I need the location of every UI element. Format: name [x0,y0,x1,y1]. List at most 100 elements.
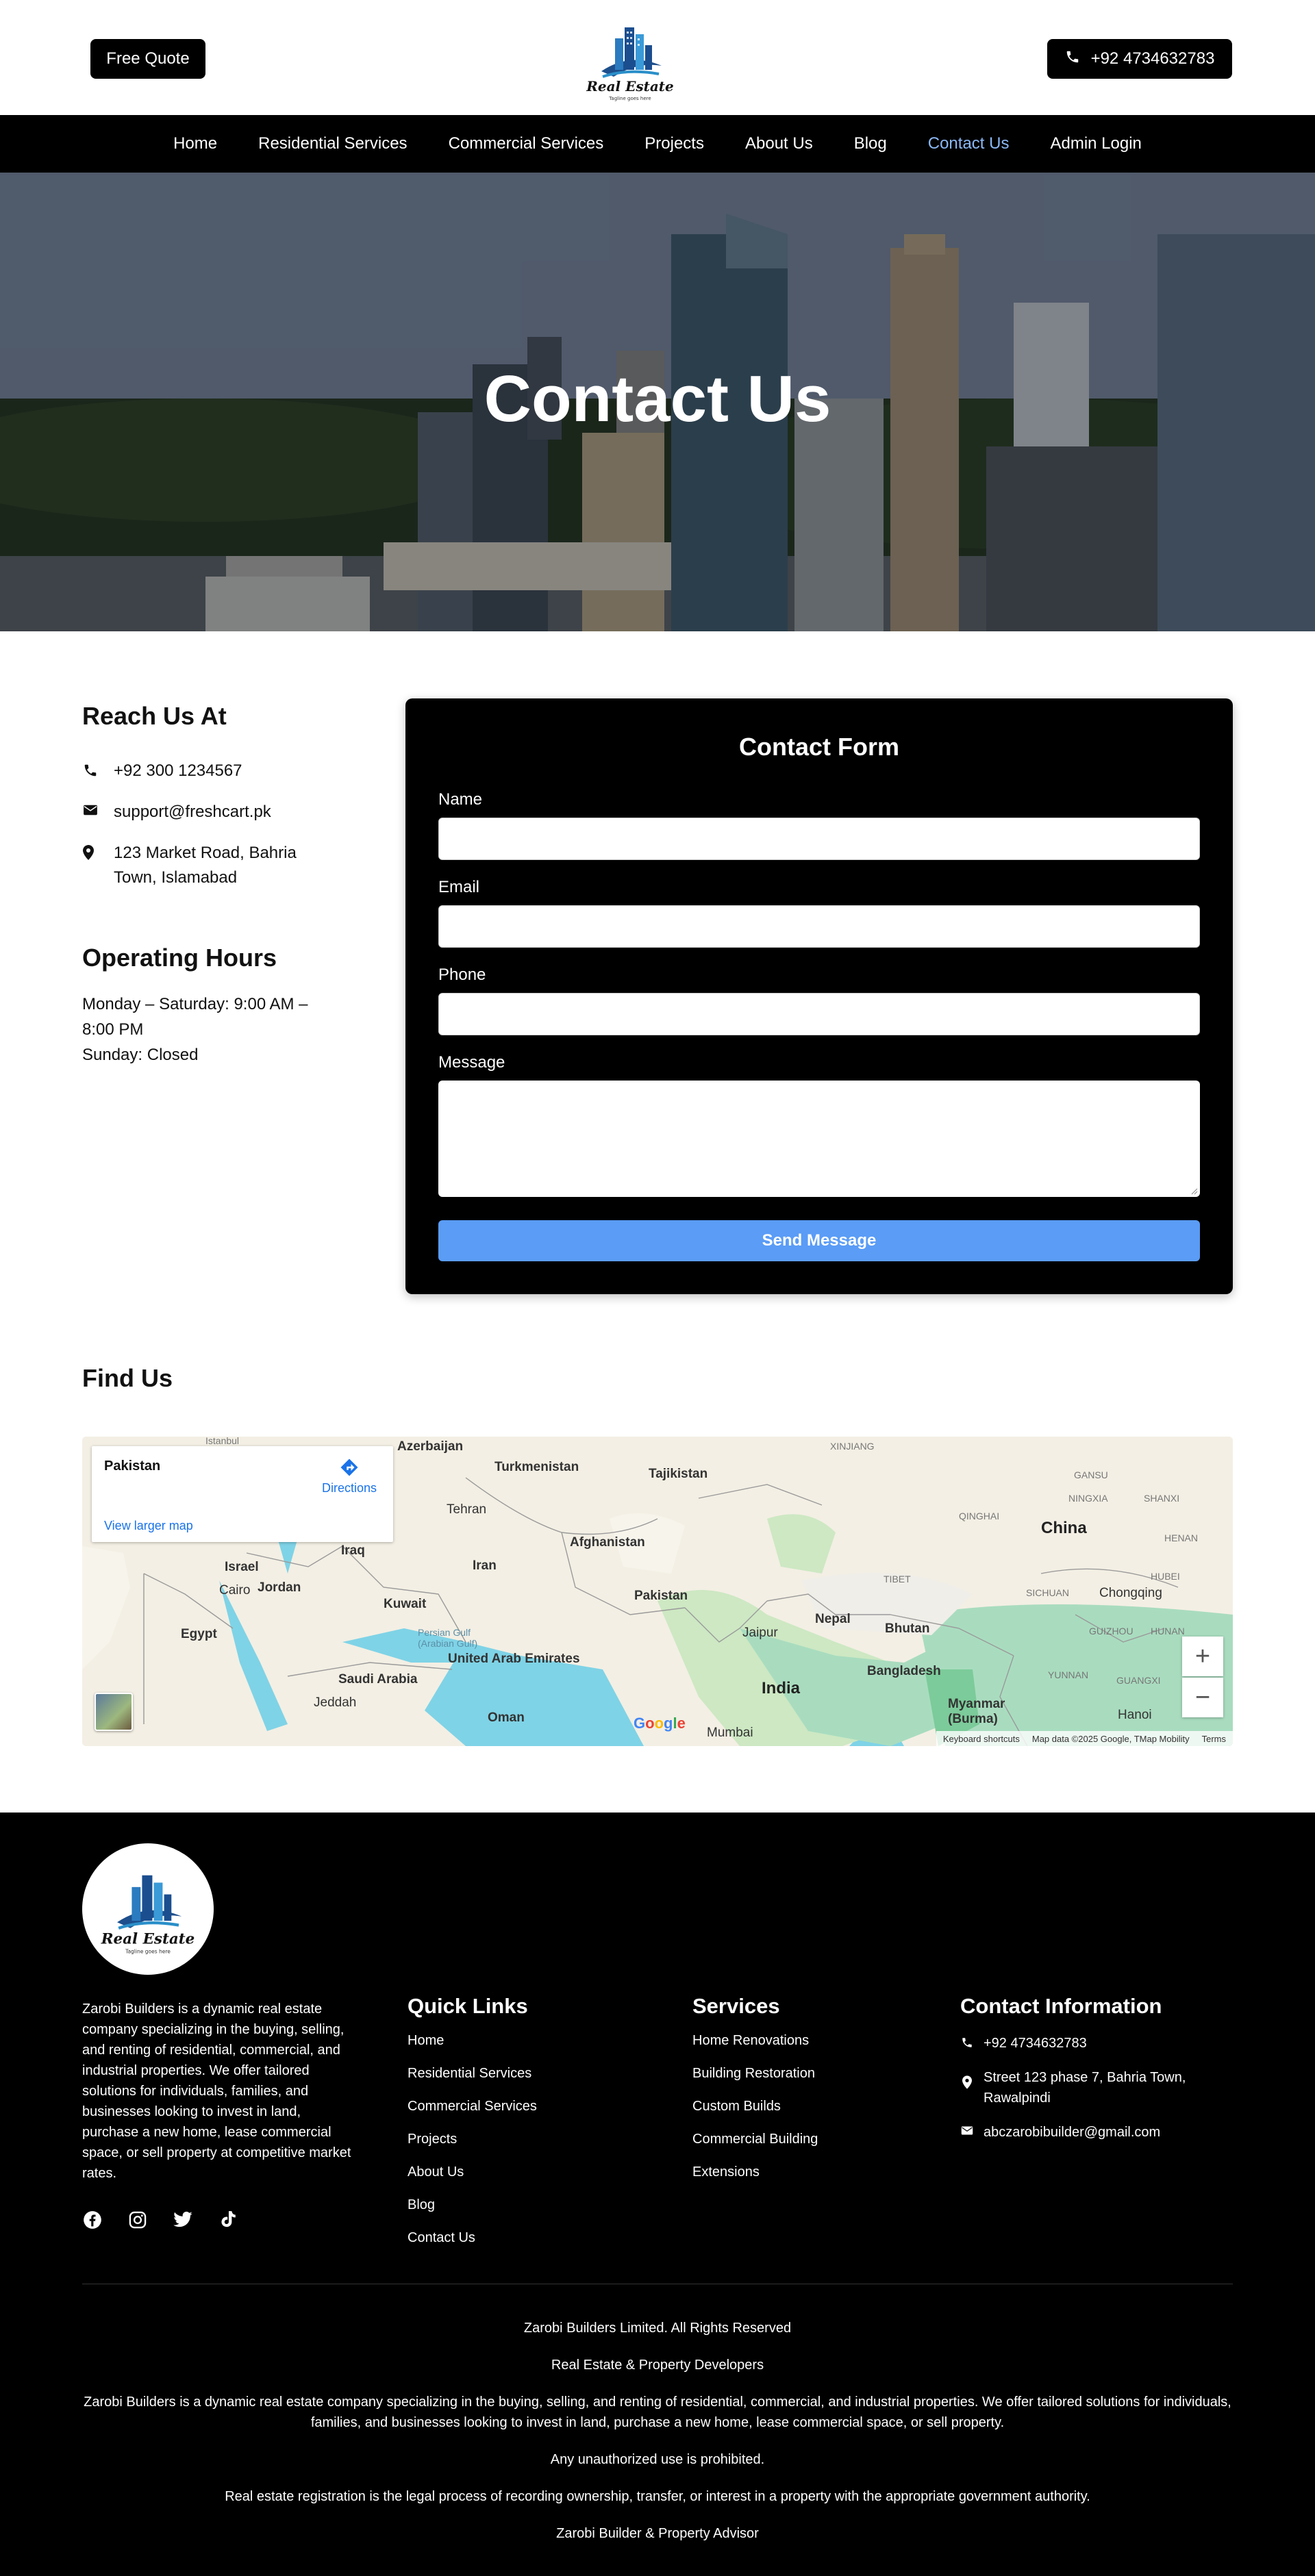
footer-link-contact-us[interactable]: Contact Us [408,2230,475,2246]
email-label: Email [438,878,480,896]
map-label: TIBET [884,1574,911,1584]
header-phone-button[interactable]: +92 4734632783 [1047,39,1232,79]
reach-phone-text: +92 300 1234567 [114,761,242,780]
map-label: GUIZHOU [1089,1626,1134,1637]
reach-email: support@freshcart.pk [82,800,271,824]
map-label: United Arab Emirates [448,1652,580,1666]
footer-service-home-renovations[interactable]: Home Renovations [692,2033,809,2049]
map-label: XINJIANG [830,1441,875,1452]
nav-home[interactable]: Home [153,134,238,153]
services-heading: Services [692,1994,780,2018]
map-label: Chongqing [1099,1586,1162,1600]
map-place-name: Pakistan [104,1459,161,1474]
page-title: Contact Us [484,362,831,435]
phone-input[interactable] [438,993,1200,1035]
map-label: Hanoi [1118,1708,1152,1722]
map-label: Bhutan [885,1621,930,1636]
directions-icon [340,1459,358,1476]
contact-info-heading: Contact Information [960,1994,1162,2018]
footer-link-commercial-services[interactable]: Commercial Services [408,2099,537,2114]
operating-hours-text: Monday – Saturday: 9:00 AM – 8:00 PM Sun… [82,995,308,1064]
footer-tagline: Real Estate & Property Developers [551,2358,764,2373]
message-label: Message [438,1053,505,1072]
footer-service-custom-builds[interactable]: Custom Builds [692,2099,781,2114]
map-attribution: Keyboard shortcuts Map data ©2025 Google… [936,1731,1233,1746]
footer-address: Street 123 phase 7, Bahria Town, Rawalpi… [960,2067,1234,2108]
nav-residential-services[interactable]: Residential Services [238,134,427,153]
quick-links-heading: Quick Links [408,1994,528,2018]
nav-about-us[interactable]: About Us [725,134,834,153]
footer-link-residential-services[interactable]: Residential Services [408,2066,531,2082]
map-label: (Arabian Gulf) [418,1638,478,1649]
zoom-out-button[interactable]: − [1182,1678,1223,1717]
footer-service-building-restoration[interactable]: Building Restoration [692,2066,815,2082]
map-label: HUBEI [1151,1571,1180,1582]
top-header: Free Quote Real Estate Tagline goes here… [0,0,1315,115]
footer-email[interactable]: abczarobibuilder@gmail.com [960,2122,1234,2143]
instagram-icon[interactable] [127,2210,148,2230]
svg-text:Tagline goes here: Tagline goes here [608,96,651,101]
map-data-text: Map data ©2025 Google, TMap Mobility [1031,1733,1190,1744]
send-message-button[interactable]: Send Message [438,1220,1200,1261]
footer-service-extensions[interactable]: Extensions [692,2164,760,2180]
map-label: Saudi Arabia [338,1672,418,1687]
view-larger-map-link[interactable]: View larger map [104,1519,193,1533]
map-label: Afghanistan [570,1535,645,1550]
operating-hours-heading: Operating Hours [82,944,277,972]
reach-us-heading: Reach Us At [82,702,227,730]
nav-commercial-services[interactable]: Commercial Services [428,134,625,153]
envelope-icon [960,2122,974,2143]
registration-notice: Real estate registration is the legal pr… [225,2489,1090,2504]
nav-projects[interactable]: Projects [624,134,725,153]
footer-phone: +92 4734632783 [960,2033,1234,2054]
find-us-heading: Find Us [82,1364,173,1392]
name-input[interactable] [438,818,1200,860]
tiktok-icon[interactable] [218,2210,238,2230]
message-textarea[interactable] [438,1081,1200,1197]
footer-advisor: Zarobi Builder & Property Advisor [556,2526,759,2541]
map-label: NINGXIA [1068,1493,1108,1504]
map-label: HENAN [1164,1532,1199,1543]
map-pin-icon [82,841,95,890]
terms-link[interactable]: Terms [1202,1734,1226,1744]
free-quote-button[interactable]: Free Quote [90,39,205,79]
svg-text:Real Estate: Real Estate [101,1930,195,1947]
svg-text:Real Estate: Real Estate [586,78,674,94]
footer-link-projects[interactable]: Projects [408,2132,457,2147]
directions-button[interactable]: Directions [322,1457,377,1495]
nav-contact-us[interactable]: Contact Us [907,134,1030,153]
satellite-layer-toggle[interactable] [95,1693,133,1731]
nav-admin-login[interactable]: Admin Login [1029,134,1162,153]
map-label: SICHUAN [1026,1587,1070,1598]
company-logo[interactable]: Real Estate Tagline goes here [582,11,678,107]
phone-icon [960,2033,974,2054]
header-phone-label: +92 4734632783 [1090,49,1215,68]
map-label: Mumbai [707,1726,753,1740]
map-label: İstanbul [205,1437,240,1446]
nav-blog[interactable]: Blog [834,134,907,153]
footer-logo[interactable]: Real Estate Tagline goes here [82,1843,214,1975]
site-footer: Real Estate Tagline goes here Zarobi Bui… [0,1813,1315,2576]
map-label: Iran [473,1558,497,1573]
reach-address: 123 Market Road, Bahria Town, Islamabad [82,841,297,890]
resize-handle-icon[interactable] [1191,1188,1198,1195]
embedded-map[interactable]: Pakistan Directions View larger map İsta… [82,1437,1233,1746]
phone-icon [82,759,99,783]
map-label: HUNAN [1151,1626,1185,1637]
map-label: QINGHAI [959,1511,1000,1521]
keyboard-shortcuts-link[interactable]: Keyboard shortcuts [943,1734,1020,1744]
map-label: India [762,1679,801,1697]
logo-graphic: Real Estate Tagline goes here [586,27,674,101]
zoom-in-button[interactable]: + [1182,1637,1223,1676]
footer-link-home[interactable]: Home [408,2033,444,2049]
email-input[interactable] [438,905,1200,948]
twitter-icon[interactable] [173,2210,193,2230]
footer-link-about-us[interactable]: About Us [408,2164,464,2180]
footer-service-commercial-building[interactable]: Commercial Building [692,2132,818,2147]
facebook-icon[interactable] [82,2210,103,2230]
map-label: Tehran [447,1502,487,1517]
footer-description: Zarobi Builders is a dynamic real estate… [84,2395,1231,2430]
footer-link-blog[interactable]: Blog [408,2197,435,2213]
map-label: Myanmar (Burma) [948,1697,1005,1726]
map-label: GUANGXI [1116,1675,1161,1686]
